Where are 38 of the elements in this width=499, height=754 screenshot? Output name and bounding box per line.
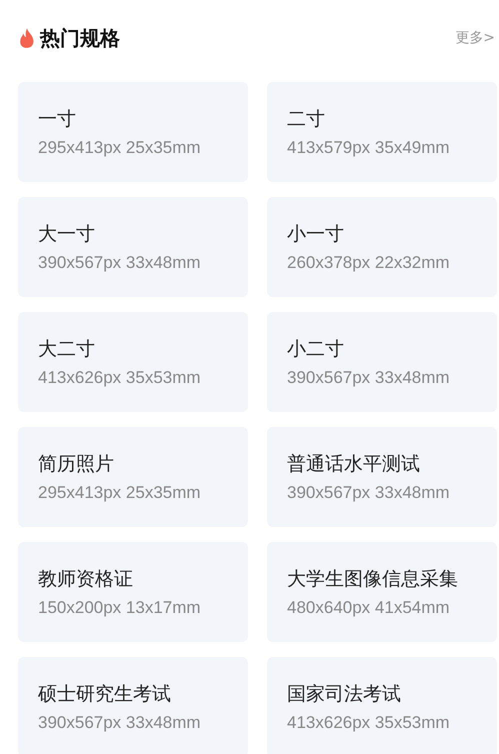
spec-size: 295x413px 25x35mm	[38, 483, 202, 503]
spec-card[interactable]: 大学生图像信息采集 480x640px 41x54mm	[267, 542, 497, 642]
spec-card[interactable]: 大一寸 390x567px 33x48mm	[18, 197, 248, 297]
spec-size: 390x567px 33x48mm	[38, 713, 202, 733]
spec-card[interactable]: 简历照片 295x413px 25x35mm	[18, 427, 248, 527]
spec-card[interactable]: 二寸 413x579px 35x49mm	[267, 82, 497, 182]
spec-card[interactable]: 硕士研究生考试 390x567px 33x48mm	[18, 657, 248, 754]
spec-card[interactable]: 国家司法考试 413x626px 35x53mm	[267, 657, 497, 754]
spec-name: 小一寸	[287, 222, 345, 247]
spec-size: 390x567px 33x48mm	[287, 483, 451, 503]
spec-card[interactable]: 普通话水平测试 390x567px 33x48mm	[267, 427, 497, 527]
spec-card[interactable]: 教师资格证 150x200px 13x17mm	[18, 542, 248, 642]
spec-size: 413x626px 35x53mm	[38, 368, 202, 388]
spec-size: 390x567px 33x48mm	[287, 368, 451, 388]
section-title: 热门规格	[40, 24, 120, 52]
spec-card[interactable]: 小二寸 390x567px 33x48mm	[267, 312, 497, 412]
spec-name: 大二寸	[38, 337, 96, 362]
spec-card[interactable]: 大二寸 413x626px 35x53mm	[18, 312, 248, 412]
spec-name: 简历照片	[38, 452, 115, 477]
spec-name: 大一寸	[38, 222, 96, 247]
spec-size: 413x626px 35x53mm	[287, 713, 451, 733]
spec-size: 413x579px 35x49mm	[287, 138, 451, 158]
spec-name: 大学生图像信息采集	[287, 567, 459, 592]
spec-name: 教师资格证	[38, 567, 134, 592]
spec-name: 二寸	[287, 107, 326, 132]
spec-name: 一寸	[38, 107, 77, 132]
spec-size: 390x567px 33x48mm	[38, 253, 202, 273]
spec-size: 260x378px 22x32mm	[287, 253, 451, 273]
spec-card[interactable]: 小一寸 260x378px 22x32mm	[267, 197, 497, 297]
spec-size: 295x413px 25x35mm	[38, 138, 202, 158]
spec-name: 普通话水平测试	[287, 452, 421, 477]
spec-name: 小二寸	[287, 337, 345, 362]
spec-card[interactable]: 一寸 295x413px 25x35mm	[18, 82, 248, 182]
flame-icon	[18, 27, 36, 49]
spec-size: 480x640px 41x54mm	[287, 598, 451, 618]
spec-name: 硕士研究生考试	[38, 682, 172, 707]
spec-size: 150x200px 13x17mm	[38, 598, 202, 618]
spec-name: 国家司法考试	[287, 682, 402, 707]
